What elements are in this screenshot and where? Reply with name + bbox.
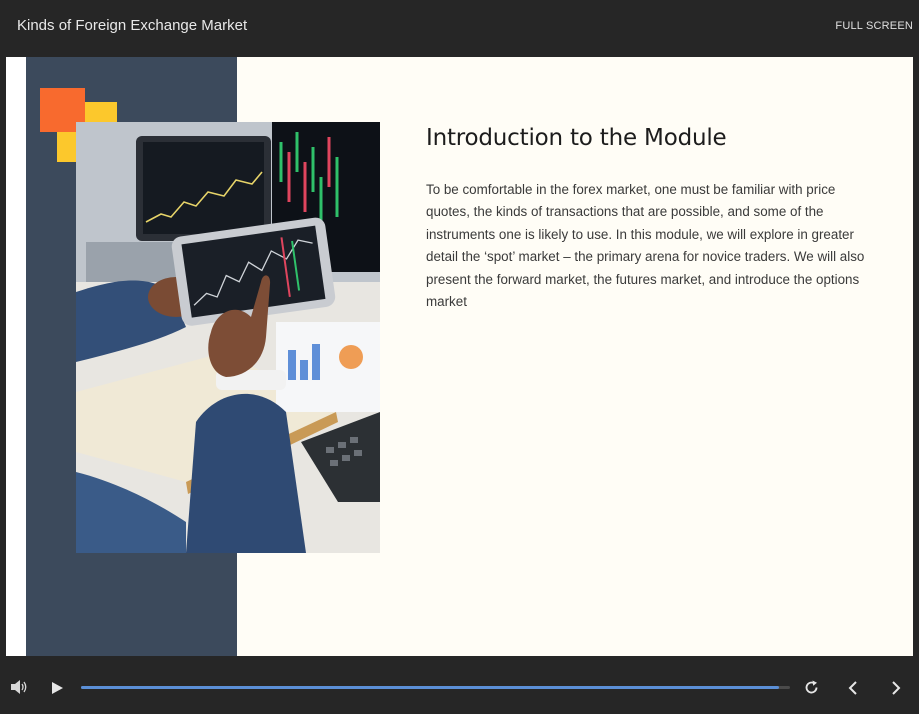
progress-fill <box>81 686 780 689</box>
replay-icon[interactable] <box>804 680 819 695</box>
slide-left-margin <box>6 57 26 656</box>
slide-body-text: To be comfortable in the forex market, o… <box>426 182 865 310</box>
player-controls <box>0 656 919 714</box>
chevron-left-icon[interactable] <box>846 680 860 696</box>
fullscreen-button[interactable]: FULL SCREEN <box>835 20 913 32</box>
top-bar: Kinds of Foreign Exchange Market FULL SC… <box>0 0 919 52</box>
volume-icon[interactable] <box>11 680 29 694</box>
chevron-right-icon[interactable] <box>889 680 903 696</box>
play-icon[interactable] <box>50 681 64 695</box>
tablet-stock-chart-photo <box>76 122 380 553</box>
slide-canvas: Introduction to the Module To be comfort… <box>6 57 913 656</box>
course-title: Kinds of Foreign Exchange Market <box>17 17 248 34</box>
progress-bar[interactable] <box>81 686 790 689</box>
photo-illustration <box>76 122 380 553</box>
slide-heading: Introduction to the Module <box>426 125 727 151</box>
